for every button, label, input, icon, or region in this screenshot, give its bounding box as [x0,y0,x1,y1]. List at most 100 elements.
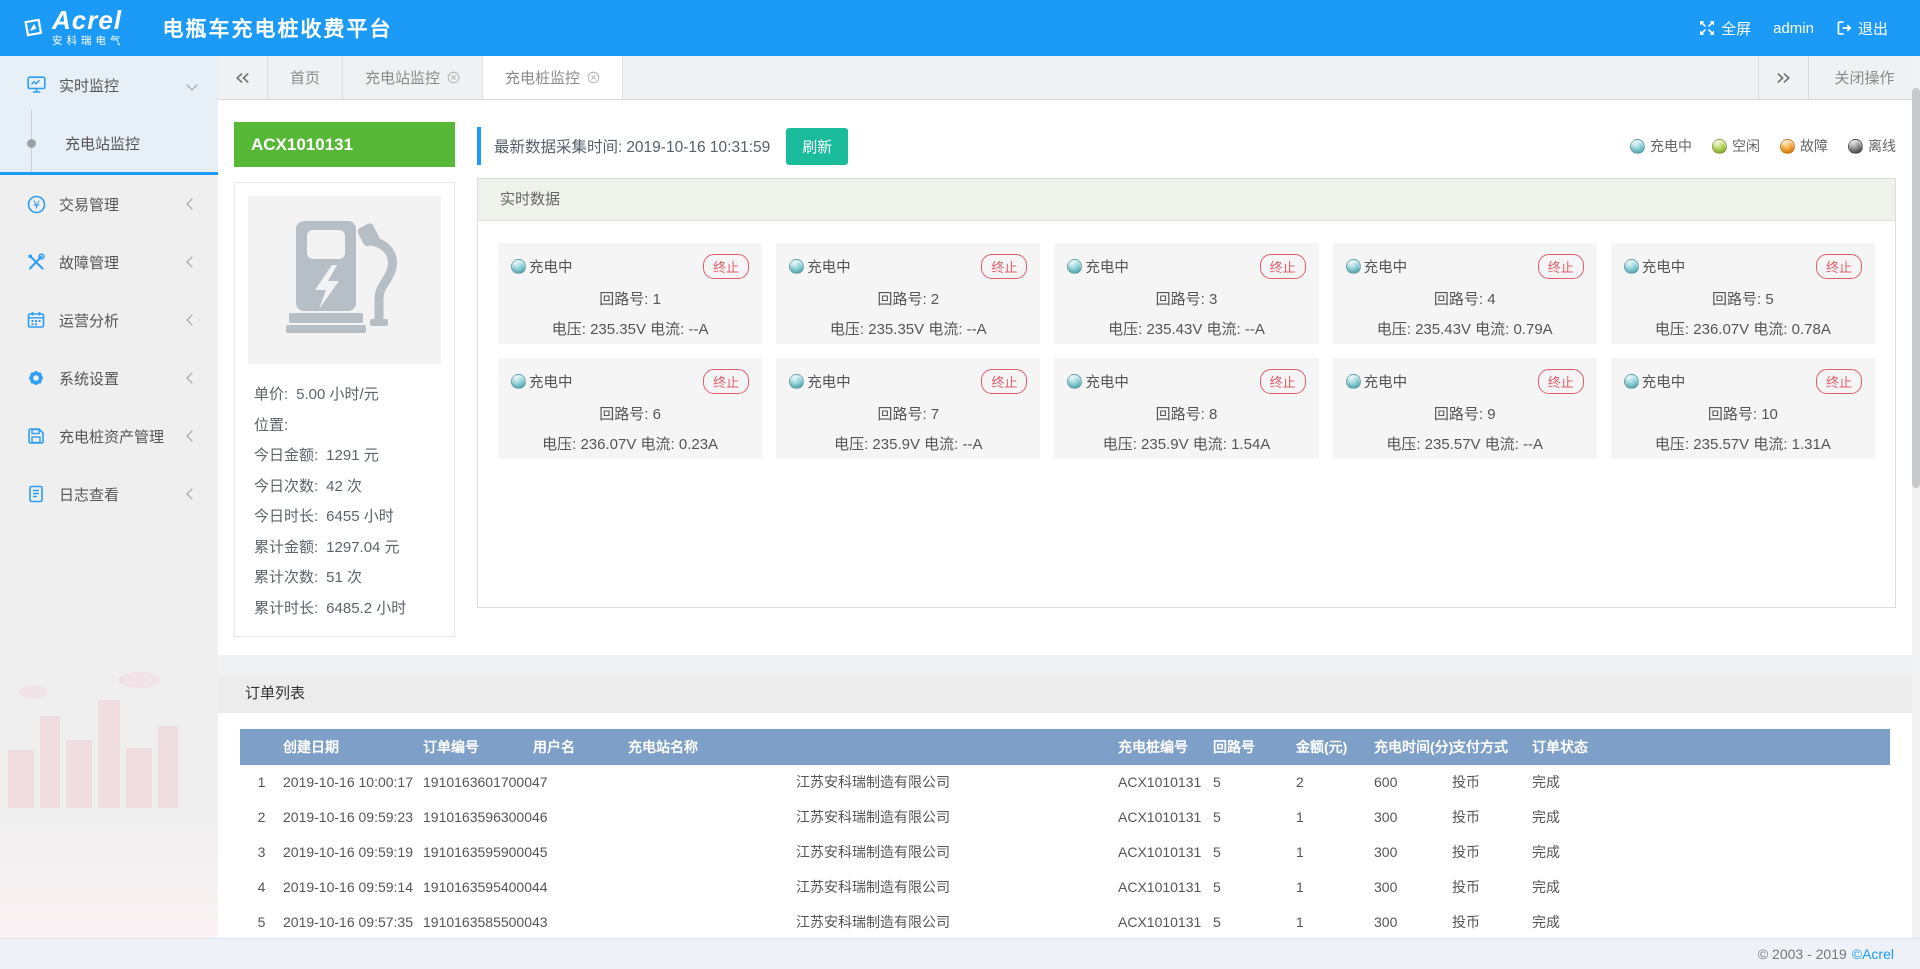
user-menu[interactable]: admin [1767,16,1820,41]
sidebar-item-label: 故障管理 [59,252,119,273]
sidebar-item-transaction[interactable]: ¥ 交易管理 [0,175,218,233]
stat-today-count: 今日次数:42 次 [254,472,439,503]
pile-info-panel: ACX1010131 [234,122,455,637]
tab-close-icon[interactable] [447,71,460,84]
logo-text: Acrel [52,8,125,32]
fault-tools-icon [26,252,46,272]
double-chevron-left-icon [235,72,250,84]
monitor-icon [26,75,46,95]
tabs-scroll-left-button[interactable] [218,56,268,99]
close-operations-button[interactable]: 关闭操作 [1808,56,1920,99]
table-row: 1 2019-10-16 10:00:17 1910163601700047 江… [240,765,1890,800]
tab-home[interactable]: 首页 [268,56,343,99]
realtime-data-panel: 实时数据 充电中终止 回路号: 1 电压: 235.35V 电流: --A 充电… [477,178,1896,608]
collect-time-bar: 最新数据采集时间:2019-10-16 10:31:59 刷新 充电中 空闲 [477,122,1896,170]
city-skyline-decoration [0,678,218,808]
sidebar: 实时监控 充电站监控 ¥ 交易管理 [0,56,218,938]
double-chevron-right-icon [1776,72,1791,84]
orders-table-header: 创建日期 订单编号 用户名 充电站名称 充电桩编号 回路号 金额(元) 充电时间… [240,729,1890,765]
tabs-scroll-right-button[interactable] [1758,56,1808,99]
orders-table: 创建日期 订单编号 用户名 充电站名称 充电桩编号 回路号 金额(元) 充电时间… [240,729,1890,938]
stop-button[interactable]: 终止 [1260,369,1306,394]
charging-status-icon [1630,139,1645,154]
stat-total-duration: 累计时长:6485.2 小时 [254,594,439,625]
sidebar-item-label: 充电桩资产管理 [59,426,164,447]
status-ball-icon [1067,259,1082,274]
stop-button[interactable]: 终止 [1538,254,1584,279]
loop-card-3: 充电中终止 回路号: 3 电压: 235.43V 电流: --A [1054,243,1318,344]
fault-status-icon [1780,139,1795,154]
logo-subtext: 安科瑞电气 [52,33,125,48]
fullscreen-button[interactable]: 全屏 [1693,14,1757,43]
realtime-panel-title: 实时数据 [478,179,1895,221]
footer-brand-link[interactable]: ©Acrel [1852,946,1894,962]
username: admin [1773,20,1814,37]
sidebar-item-label: 运营分析 [59,310,119,331]
sidebar-item-settings[interactable]: 系统设置 [0,349,218,407]
tab-close-icon[interactable] [587,71,600,84]
refresh-button[interactable]: 刷新 [786,128,848,165]
stop-button[interactable]: 终止 [703,369,749,394]
sidebar-item-analysis[interactable]: 运营分析 [0,291,218,349]
tab-label: 充电桩监控 [505,67,580,88]
chevron-down-icon [186,79,197,90]
sidebar-item-assets[interactable]: 充电桩资产管理 [0,407,218,465]
orders-section-title: 订单列表 [218,675,1920,713]
sidebar-subitem-label: 充电站监控 [65,133,140,154]
stat-location: 位置: [254,411,439,442]
collect-time-text: 最新数据采集时间:2019-10-16 10:31:59 [494,135,770,157]
loop-card-1: 充电中终止 回路号: 1 电压: 235.35V 电流: --A [498,243,762,344]
stat-unit-price: 单价:5.00 小时/元 [254,380,439,411]
tab-pile-monitor[interactable]: 充电桩监控 [483,56,623,99]
app-header: Acrel 安科瑞电气 电瓶车充电桩收费平台 全屏 admin 退出 [0,0,1920,56]
tab-bar: 首页 充电站监控 充电桩监控 [218,56,1920,100]
status-ball-icon [1624,374,1639,389]
offline-status-icon [1848,139,1863,154]
logout-button[interactable]: 退出 [1830,14,1894,43]
vertical-scrollbar[interactable] [1912,56,1920,938]
section-divider [218,655,1920,675]
stat-today-duration: 今日时长:6455 小时 [254,502,439,533]
gear-icon [26,368,46,388]
sidebar-item-logs[interactable]: 日志查看 [0,465,218,523]
chevron-left-icon [186,198,197,209]
scrollbar-thumb[interactable] [1912,88,1920,488]
loop-card-7: 充电中终止 回路号: 7 电压: 235.9V 电流: --A [776,358,1040,459]
table-row: 5 2019-10-16 09:57:35 1910163585500043 江… [240,905,1890,938]
loop-card-10: 充电中终止 回路号: 10 电压: 235.57V 电流: 1.31A [1611,358,1875,459]
stop-button[interactable]: 终止 [981,369,1027,394]
fullscreen-label: 全屏 [1721,18,1751,39]
stat-total-count: 累计次数:51 次 [254,563,439,594]
sidebar-item-realtime-monitor[interactable]: 实时监控 [0,56,218,114]
stop-button[interactable]: 终止 [1816,254,1862,279]
table-row: 2 2019-10-16 09:59:23 1910163596300046 江… [240,800,1890,835]
table-row: 4 2019-10-16 09:59:14 1910163595400044 江… [240,870,1890,905]
pile-stats: 单价:5.00 小时/元 位置: 今日金额:1291 元 今日次数:42 次 今… [248,364,441,626]
logout-icon [1836,20,1852,36]
loop-cards-grid: 充电中终止 回路号: 1 电压: 235.35V 电流: --A 充电中终止 回… [478,221,1895,481]
status-ball-icon [1346,259,1361,274]
chevron-left-icon [186,488,197,499]
tab-station-monitor[interactable]: 充电站监控 [343,56,483,99]
loop-card-2: 充电中终止 回路号: 2 电压: 235.35V 电流: --A [776,243,1040,344]
loop-card-6: 充电中终止 回路号: 6 电压: 236.07V 电流: 0.23A [498,358,762,459]
tab-label: 首页 [290,67,320,88]
sidebar-item-label: 系统设置 [59,368,119,389]
sidebar-item-station-monitor[interactable]: 充电站监控 [0,114,218,172]
stop-button[interactable]: 终止 [1538,369,1584,394]
logout-label: 退出 [1858,18,1888,39]
status-ball-icon [1067,374,1082,389]
status-ball-icon [511,259,526,274]
stop-button[interactable]: 终止 [703,254,749,279]
sidebar-item-label: 交易管理 [59,194,119,215]
chevron-left-icon [186,256,197,267]
chevron-left-icon [186,314,197,325]
stop-button[interactable]: 终止 [1816,369,1862,394]
chevron-left-icon [186,372,197,383]
stop-button[interactable]: 终止 [981,254,1027,279]
transaction-icon: ¥ [26,194,46,214]
pile-id-header: ACX1010131 [234,122,455,167]
stop-button[interactable]: 终止 [1260,254,1306,279]
sidebar-item-fault[interactable]: 故障管理 [0,233,218,291]
svg-text:¥: ¥ [33,198,40,211]
